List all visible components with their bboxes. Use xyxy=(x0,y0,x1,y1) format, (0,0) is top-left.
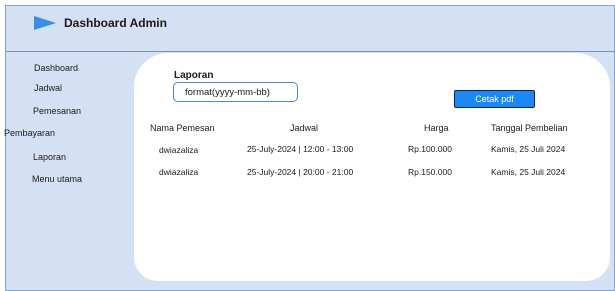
table-cell-nama: dwiazaliza xyxy=(159,167,199,177)
app-title: Dashboard Admin xyxy=(64,16,167,30)
column-header-tanggal-pembelian: Tanggal Pembelian xyxy=(491,123,568,133)
column-header-jadwal: Jadwal xyxy=(290,123,319,133)
sidebar-item-pemesanan[interactable]: Pemesanan xyxy=(33,106,81,116)
table-cell-tanggal: Kamis, 25 Juli 2024 xyxy=(491,167,566,177)
sidebar-item-jadwal[interactable]: Jadwal xyxy=(34,83,62,93)
sidebar-item-menu-utama[interactable]: Menu utama xyxy=(32,174,82,184)
header-bar: Dashboard Admin xyxy=(6,6,614,52)
table-cell-jadwal: 25-July-2024 | 20:00 - 21:00 xyxy=(247,167,354,177)
table-cell-nama: dwiazaliza xyxy=(159,145,199,155)
table-cell-harga: Rp.100.000 xyxy=(408,144,452,154)
sidebar-item-laporan[interactable]: Laporan xyxy=(33,152,66,162)
table-cell-harga: Rp.150.000 xyxy=(408,167,452,177)
sidebar-item-pembayaran[interactable]: Pembayaran xyxy=(4,128,55,138)
date-filter-input[interactable] xyxy=(173,82,298,102)
export-pdf-button[interactable]: Cetak pdf xyxy=(454,90,535,108)
table-cell-jadwal: 25-July-2024 | 12:00 - 13:00 xyxy=(247,144,354,154)
section-title: Laporan xyxy=(174,70,214,81)
play-triangle-icon xyxy=(34,16,56,30)
column-header-nama-pemesan: Nama Pemesan xyxy=(150,123,215,133)
column-header-harga: Harga xyxy=(424,123,449,133)
sidebar-item-dashboard[interactable]: Dashboard xyxy=(34,63,78,73)
table-cell-tanggal: Kamis, 25 Juli 2024 xyxy=(491,144,566,154)
